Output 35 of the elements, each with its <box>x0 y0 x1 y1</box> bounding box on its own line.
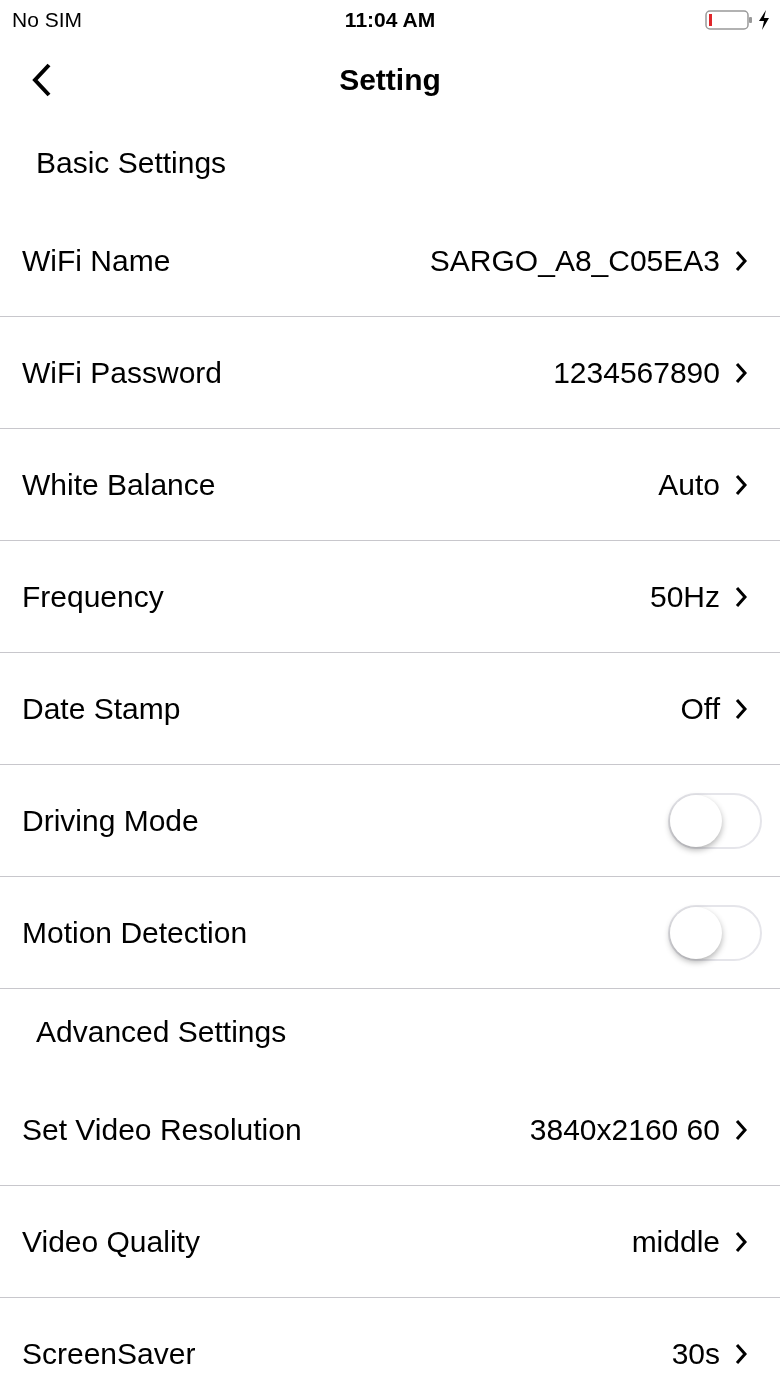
toggle-switch[interactable] <box>668 904 762 961</box>
section-header: Advanced Settings <box>36 1014 287 1049</box>
setting-value[interactable]: Off <box>680 691 720 726</box>
chevron-icon <box>734 584 748 609</box>
battery-icon <box>705 9 755 31</box>
chevron-icon <box>734 1229 748 1254</box>
setting-label: Date Stamp <box>22 691 182 726</box>
clock-time: 11:04 AM <box>344 8 436 32</box>
setting-label: Motion Detection <box>22 915 249 950</box>
setting-label: Set Video Resolution <box>22 1112 303 1147</box>
setting-label: Driving Mode <box>22 803 200 838</box>
setting-label: White Balance <box>22 467 217 502</box>
chevron-icon <box>734 1117 748 1142</box>
setting-label: Video Quality <box>22 1224 201 1259</box>
section-header: Basic Settings <box>36 145 227 180</box>
setting-value[interactable]: Auto <box>658 467 720 502</box>
carrier-label: No SIM <box>12 8 82 32</box>
setting-value[interactable]: 3840x2160 60 <box>529 1112 720 1147</box>
setting-value[interactable]: 50Hz <box>649 579 720 614</box>
setting-value[interactable]: 30s <box>671 1336 720 1371</box>
page-title: Setting <box>339 63 441 97</box>
toggle-switch[interactable] <box>668 792 762 849</box>
chevron-icon <box>734 1341 748 1366</box>
back-icon[interactable] <box>31 62 53 98</box>
setting-value[interactable]: 1234567890 <box>553 355 720 390</box>
setting-label: WiFi Password <box>22 355 224 390</box>
setting-label: ScreenSaver <box>22 1336 197 1371</box>
setting-value[interactable]: SARGO_A8_C05EA3 <box>429 243 720 278</box>
chevron-icon <box>734 472 748 497</box>
chevron-icon <box>734 248 748 273</box>
chevron-icon <box>734 696 748 721</box>
chevron-icon <box>734 360 748 385</box>
setting-value[interactable]: middle <box>631 1224 720 1259</box>
setting-label: Frequency <box>22 579 165 614</box>
setting-label: WiFi Name <box>22 243 172 278</box>
